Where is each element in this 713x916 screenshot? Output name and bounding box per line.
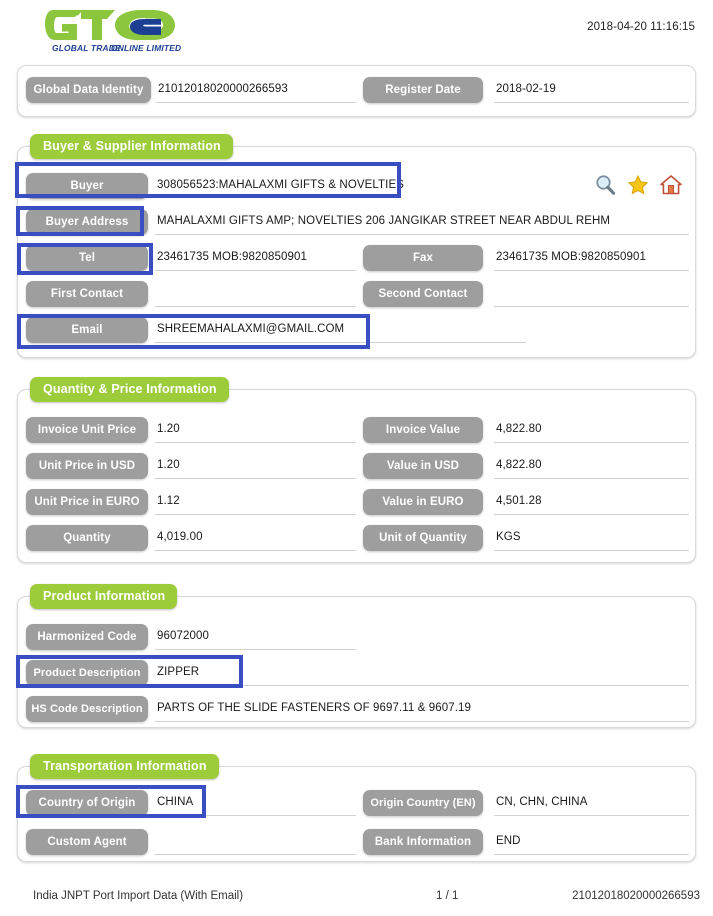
section-title-quantity-price: Quantity & Price Information (30, 377, 229, 402)
field-value[interactable]: 1.20 (155, 417, 356, 443)
field-value[interactable]: MAHALAXMI GIFTS AMP; NOVELTIES 206 JANGI… (155, 209, 689, 235)
field-value[interactable]: KGS (494, 525, 689, 551)
field-label: Value in EURO (363, 489, 483, 515)
footer-page-number: 1 / 1 (436, 890, 459, 902)
field-value[interactable]: 96072000 (155, 624, 356, 650)
field-value[interactable] (155, 281, 356, 307)
page-timestamp: 2018-04-20 11:16:15 (587, 21, 695, 33)
field-label: Product Description (26, 660, 148, 686)
transportation-card: Country of Origin CHINA Origin Country (… (17, 766, 696, 862)
field-label: Value in USD (363, 453, 483, 479)
field-tel: Tel 23461735 MOB:9820850901 (26, 245, 356, 271)
field-label: Harmonized Code (26, 624, 148, 650)
svg-text:ONLINE LIMITED: ONLINE LIMITED (111, 43, 181, 53)
field-buyer: Buyer 308056523:MAHALAXMI GIFTS & NOVELT… (26, 173, 406, 199)
field-quantity: Quantity 4,019.00 (26, 525, 356, 551)
field-value-usd: Value in USD 4,822.80 (363, 453, 689, 479)
field-value[interactable]: 1.12 (155, 489, 356, 515)
field-label: Custom Agent (26, 829, 148, 855)
section-title-buyer-supplier: Buyer & Supplier Information (30, 134, 233, 159)
field-value[interactable]: 4,501.28 (494, 489, 689, 515)
field-harmonized-code: Harmonized Code 96072000 (26, 624, 356, 650)
field-value[interactable]: SHREEMAHALAXMI@GMAIL.COM (155, 317, 526, 343)
field-value[interactable]: 4,822.80 (494, 417, 689, 443)
field-label: Buyer (26, 173, 148, 199)
field-value-euro: Value in EURO 4,501.28 (363, 489, 689, 515)
field-value[interactable]: 4,822.80 (494, 453, 689, 479)
field-label: Bank Information (363, 829, 483, 855)
field-unit-of-quantity: Unit of Quantity KGS (363, 525, 689, 551)
field-label: Origin Country (EN) (363, 790, 483, 816)
section-title-product: Product Information (30, 584, 178, 609)
star-icon[interactable] (627, 174, 649, 196)
field-label: Unit Price in USD (26, 453, 148, 479)
field-value[interactable] (155, 829, 356, 855)
product-card: Harmonized Code 96072000 Product Descrip… (17, 596, 696, 728)
field-value[interactable]: 4,019.00 (155, 525, 356, 551)
field-label: Tel (26, 245, 148, 271)
field-label: Country of Origin (26, 790, 148, 816)
field-second-contact: Second Contact (363, 281, 689, 307)
field-value[interactable]: 2018-02-19 (494, 77, 689, 103)
field-email: Email SHREEMAHALAXMI@GMAIL.COM (26, 317, 526, 343)
section-title-transportation: Transportation Information (30, 754, 219, 779)
field-invoice-value: Invoice Value 4,822.80 (363, 417, 689, 443)
document-page: GLOBAL TRADE ONLINE LIMITED 2018-04-20 1… (0, 0, 713, 916)
field-value[interactable]: 21012018020000266593 (156, 77, 356, 103)
identity-card: Global Data Identity 2101201802000026659… (17, 65, 696, 117)
field-custom-agent: Custom Agent (26, 829, 356, 855)
footer-record-id: 21012018020000266593 (572, 890, 700, 902)
field-label: Invoice Value (363, 417, 483, 443)
quantity-price-card: Invoice Unit Price 1.20 Invoice Value 4,… (17, 389, 696, 563)
home-icon[interactable] (660, 174, 682, 196)
field-label: Global Data Identity (26, 77, 151, 103)
field-label: HS Code Description (26, 696, 148, 722)
field-value[interactable] (494, 281, 689, 307)
field-unit-price-euro: Unit Price in EURO 1.12 (26, 489, 356, 515)
field-value[interactable]: END (494, 829, 689, 855)
field-value[interactable]: 23461735 MOB:9820850901 (155, 245, 356, 271)
company-logo: GLOBAL TRADE ONLINE LIMITED (45, 6, 185, 56)
field-register-date: Register Date 2018-02-19 (363, 77, 689, 103)
field-label: Register Date (363, 77, 483, 103)
field-bank-information: Bank Information END (363, 829, 689, 855)
field-label: Fax (363, 245, 483, 271)
page-footer: India JNPT Port Import Data (With Email)… (0, 890, 713, 916)
field-hs-code-description: HS Code Description PARTS OF THE SLIDE F… (26, 696, 689, 722)
field-label: Invoice Unit Price (26, 417, 148, 443)
field-value[interactable]: CHINA (155, 790, 356, 816)
field-buyer-address: Buyer Address MAHALAXMI GIFTS AMP; NOVEL… (26, 209, 689, 235)
field-value[interactable]: 1.20 (155, 453, 356, 479)
field-product-description: Product Description ZIPPER (26, 660, 689, 686)
field-label: Email (26, 317, 148, 343)
field-global-data-identity: Global Data Identity 2101201802000026659… (26, 77, 356, 103)
footer-source: India JNPT Port Import Data (With Email) (33, 890, 244, 902)
field-label: Quantity (26, 525, 148, 551)
field-country-of-origin: Country of Origin CHINA (26, 790, 356, 816)
field-value[interactable]: 308056523:MAHALAXMI GIFTS & NOVELTIES (155, 173, 406, 199)
field-label: First Contact (26, 281, 148, 307)
field-label: Buyer Address (26, 209, 148, 235)
field-fax: Fax 23461735 MOB:9820850901 (363, 245, 689, 271)
field-value[interactable]: ZIPPER (155, 660, 689, 686)
page-header: GLOBAL TRADE ONLINE LIMITED 2018-04-20 1… (0, 0, 713, 62)
field-origin-country-en: Origin Country (EN) CN, CHN, CHINA (363, 790, 689, 816)
field-label: Unit of Quantity (363, 525, 483, 551)
field-unit-price-usd: Unit Price in USD 1.20 (26, 453, 356, 479)
record-actions (594, 172, 686, 198)
field-invoice-unit-price: Invoice Unit Price 1.20 (26, 417, 356, 443)
field-value[interactable]: PARTS OF THE SLIDE FASTENERS OF 9697.11 … (155, 696, 689, 722)
search-icon[interactable] (594, 174, 616, 196)
field-label: Second Contact (363, 281, 483, 307)
field-label: Unit Price in EURO (26, 489, 148, 515)
field-value[interactable]: CN, CHN, CHINA (494, 790, 689, 816)
field-first-contact: First Contact (26, 281, 356, 307)
field-value[interactable]: 23461735 MOB:9820850901 (494, 245, 689, 271)
